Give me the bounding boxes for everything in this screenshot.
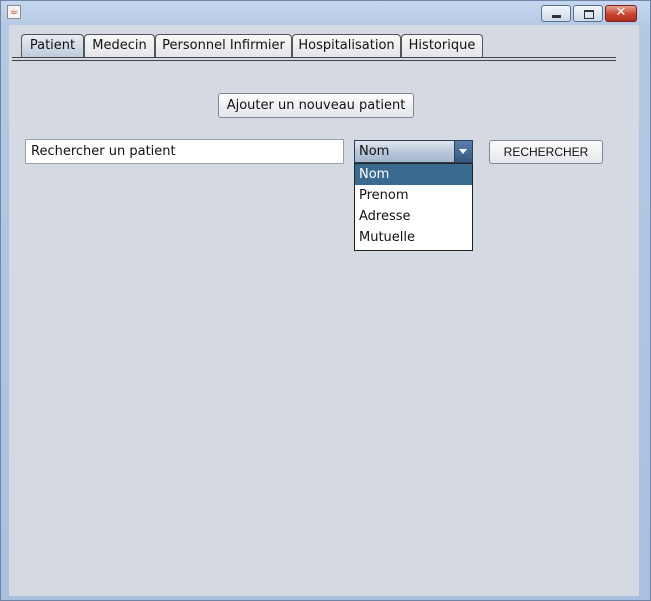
tab-personnel-infirmier[interactable]: Personnel Infirmier	[155, 34, 292, 57]
option-nom[interactable]: Nom	[355, 164, 472, 185]
criteria-dropdown-list: Nom Prenom Adresse Mutuelle	[354, 163, 473, 251]
option-prenom[interactable]: Prenom	[355, 185, 472, 206]
tab-hospitalisation[interactable]: Hospitalisation	[292, 34, 401, 57]
close-icon: ✕	[615, 5, 627, 20]
search-criteria-combo[interactable]: Nom	[354, 140, 473, 163]
option-adresse[interactable]: Adresse	[355, 206, 472, 227]
tab-divider	[12, 60, 616, 61]
main-panel: Patient Medecin Personnel Infirmier Hosp…	[9, 25, 639, 596]
combo-selected-value: Nom	[359, 144, 390, 159]
tab-medecin[interactable]: Medecin	[84, 34, 155, 57]
java-cup-icon[interactable]: ☕	[7, 5, 21, 19]
search-input[interactable]	[25, 139, 344, 164]
option-mutuelle[interactable]: Mutuelle	[355, 227, 472, 248]
tab-historique[interactable]: Historique	[401, 34, 483, 57]
close-button[interactable]: ✕	[605, 5, 637, 22]
tab-divider	[12, 57, 616, 58]
search-button[interactable]: RECHERCHER	[489, 140, 603, 164]
add-patient-button[interactable]: Ajouter un nouveau patient	[218, 93, 414, 118]
maximize-button[interactable]	[573, 5, 603, 22]
application-window: ☕ ✕ Patient Medecin Personnel Infirmier …	[0, 0, 651, 601]
tab-patient[interactable]: Patient	[21, 34, 84, 57]
chevron-down-icon[interactable]	[454, 141, 472, 162]
title-bar[interactable]: ☕ ✕	[1, 1, 650, 25]
minimize-button[interactable]	[541, 5, 571, 22]
